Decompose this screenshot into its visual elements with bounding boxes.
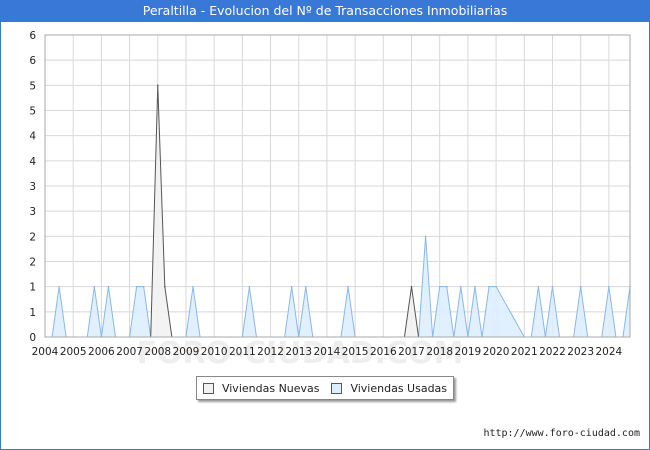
series-usadas-point-32 [445,285,448,288]
x-tick-label-0: 2004 [32,346,59,358]
legend-swatch-usadas [331,382,343,394]
series-usadas-point-31 [438,285,441,288]
series-usadas-point-18 [248,285,251,288]
y-tick-label-2: 1 [29,282,36,294]
y-tick-label-9: 5 [29,106,36,118]
x-tick-label-6: 2010 [201,346,228,358]
series-usadas-point-50 [608,285,610,288]
series-usadas-point-26 [347,285,349,288]
x-tick-label-20: 2024 [595,346,622,358]
y-tick-label-6: 3 [29,181,36,193]
x-tick-label-13: 2017 [398,346,425,358]
series-nuevas-point-1 [156,84,159,87]
series-usadas-point-15 [192,285,194,288]
series-usadas-point-34 [460,285,462,288]
series-usadas-point-36 [474,285,476,288]
series-usadas-point-1 [58,285,60,288]
x-tick-label-9: 2013 [285,346,312,358]
grid-lines [44,34,630,338]
series-usadas-point-38 [488,285,490,288]
series-usadas-point-4 [93,285,96,288]
x-tick-label-3: 2007 [116,346,143,358]
y-tick-label-12: 6 [29,30,36,42]
x-tick-label-7: 2011 [229,346,256,358]
x-tick-label-15: 2019 [455,346,482,358]
x-tick-label-10: 2014 [314,346,341,358]
legend-label-usadas: Viviendas Usadas [350,381,448,395]
series-usadas-point-21 [290,285,293,288]
x-tick-label-14: 2018 [426,346,453,358]
series-usadas-point-10 [142,285,145,288]
legend-item-nuevas: Viviendas Nuevas [202,381,320,395]
x-tick-labels: 2004 2005 2006 2007 2008 2009 2010 2011 2012 2013… [32,346,623,358]
x-tick-label-19: 2023 [567,346,594,358]
series-usadas-point-42 [537,285,540,288]
source-url[interactable]: http://www.foro-ciudad.com [483,428,640,439]
chart-title: Peraltilla - Evolucion del Nº de Transac… [0,0,650,22]
series-usadas-point-6 [107,285,110,288]
legend-label-nuevas: Viviendas Nuevas [221,381,320,395]
series-usadas-point-44 [551,285,554,288]
y-tick-labels: 0 1 1 2 2 3 3 4 4 5 5 6 6 [29,30,36,344]
x-tick-label-8: 2012 [257,346,284,358]
series-usadas-point-39 [495,285,497,288]
y-tick-label-0: 0 [29,332,36,344]
x-tick-label-17: 2021 [511,346,538,358]
series-nuevas-point-2 [164,285,166,288]
x-tick-label-12: 2016 [370,346,397,358]
y-tick-label-11: 6 [29,55,36,67]
y-tick-label-5: 3 [29,206,36,218]
y-tick-label-3: 2 [29,257,36,269]
series-nuevas-point-5 [410,285,413,288]
series-usadas-point-9 [135,285,138,288]
x-tick-label-1: 2005 [60,346,87,358]
series-usadas-point-29 [424,235,427,238]
legend-swatch-nuevas [202,382,214,394]
x-tick-label-18: 2022 [539,346,566,358]
series-usadas-point-23 [304,285,307,288]
x-tick-label-16: 2020 [483,346,510,358]
x-tick-label-11: 2015 [342,346,369,358]
chart-svg: FORO-CIUDAD.COM 2004 2005 2006 2007 2008 2009… [29,30,631,371]
y-tick-label-4: 2 [29,231,36,243]
y-tick-label-7: 4 [29,156,36,168]
legend-item-usadas: Viviendas Usadas [331,382,447,395]
series-usadas-point-47 [579,285,582,288]
y-tick-label-10: 5 [29,80,36,92]
x-tick-label-2: 2006 [88,346,115,358]
y-tick-label-8: 4 [29,131,36,143]
x-tick-label-5: 2009 [173,346,200,358]
y-tick-label-1: 1 [29,307,36,319]
x-tick-label-4: 2008 [144,346,171,358]
legend: Viviendas Nuevas Viviendas Usadas [196,376,454,400]
